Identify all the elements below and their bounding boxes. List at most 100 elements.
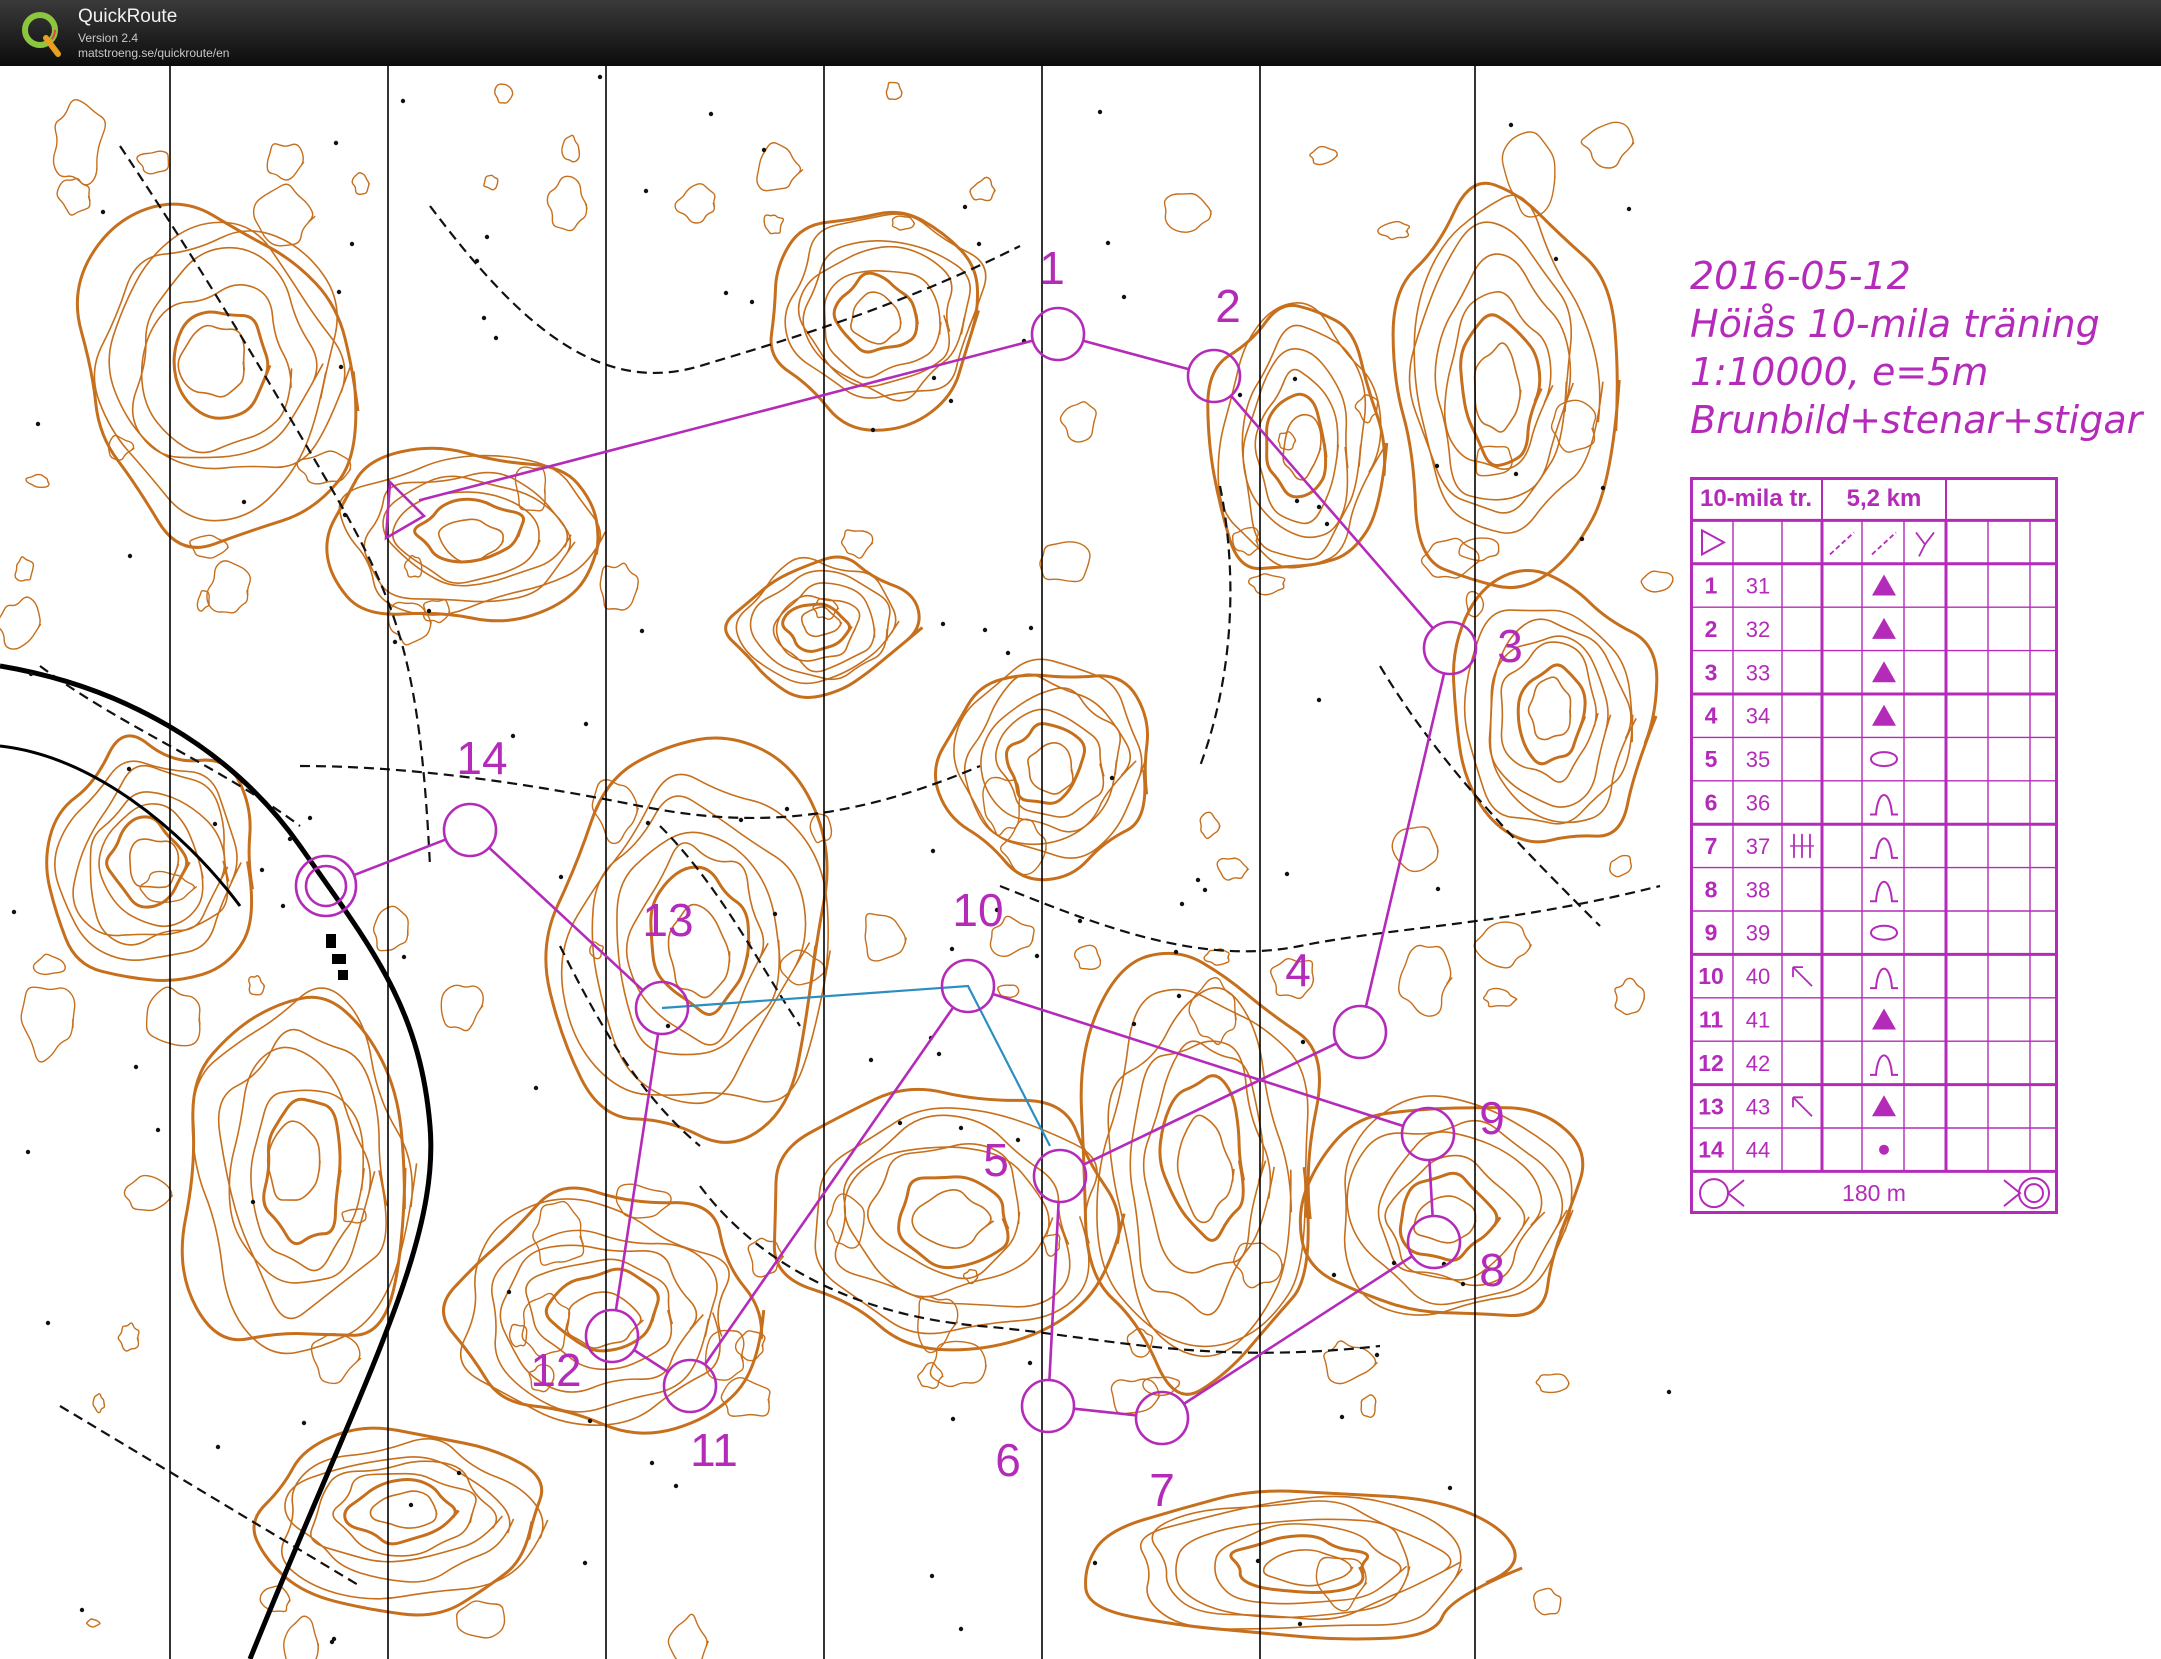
boulder [1255,1558,1261,1564]
contour [92,1393,106,1414]
control-number-cell: 13 [1698,1093,1724,1119]
contour [980,687,1122,833]
boulder [349,241,355,247]
contour [749,569,891,681]
boulder [1005,650,1011,656]
boulder [1331,1272,1337,1278]
contour [177,324,246,398]
boulder [1237,392,1243,398]
description-grid: 10-mila tr. 5,2 km1 312 323 334 345 356 367 378 3… [1690,477,2058,1214]
boulder-triangle-icon [1872,661,1896,683]
contour [1473,342,1522,433]
boulder [1447,1485,1453,1491]
contour [206,560,252,614]
boulder [897,1120,903,1126]
boulder [1391,1260,1397,1266]
boulder [597,74,603,80]
contour [123,1174,174,1212]
north-lines [169,66,1476,1659]
contour [1073,944,1102,971]
boulder [250,1199,256,1205]
control-circle-14 [442,802,498,858]
contour [832,271,919,354]
boulder [1105,240,1111,246]
contour [494,83,514,104]
contour [1527,676,1572,741]
control-number-cell: 11 [1699,1007,1724,1033]
contour [1216,857,1250,881]
boulder [474,258,480,264]
contour [1614,977,1646,1016]
contour [1176,1114,1235,1224]
control-number-cell: 2 [1705,616,1718,642]
contour-lines [0,81,1674,1659]
control-number-cell: 7 [1705,833,1718,859]
boulder [1292,376,1298,382]
boulder [1460,1281,1466,1287]
road [0,663,434,1659]
boulder [426,608,432,614]
boulder [1434,463,1440,469]
contour [86,1618,101,1628]
boulder [215,1444,221,1450]
contour [917,1295,959,1354]
contour [343,1477,460,1546]
map-scale: 1:10000, e=5m [1690,350,1989,394]
finish-outer-icon [2018,1177,2050,1210]
orienteering-map[interactable]: 1 2 3 4 5 6 7 8 9 10 11 12 13 14 [0,66,1680,1659]
contour [1262,1549,1354,1587]
map-control-number: 7 [1149,1464,1175,1516]
contour [850,291,902,345]
crossing-icon [1871,531,1897,556]
boulder [1109,775,1115,781]
contour [1139,1495,1463,1630]
boulder [583,721,589,727]
contour [252,183,316,247]
knoll-icon [1870,794,1898,816]
boulder [1121,294,1127,300]
map-control-number: 10 [952,884,1003,936]
map-control-number: 12 [530,1344,581,1396]
contour [781,602,853,653]
app-url-link[interactable]: matstroeng.se/quickroute/en [78,46,229,60]
boulder [587,1418,593,1424]
contour [369,1490,438,1529]
contour [1233,1242,1284,1289]
course-leg [1364,673,1446,1007]
map-type: Brunbild+stenar+stigar [1690,398,2143,442]
boulder [643,188,649,194]
boulder [155,1127,161,1133]
control-number-cell: 1 [1705,573,1718,599]
boulder [1027,1360,1033,1366]
knoll-icon [1870,837,1898,859]
start-triangle-icon [1701,528,1727,557]
map-control-number: 1 [1039,242,1065,294]
boulder [1300,1039,1306,1045]
boulder [1339,1414,1345,1420]
control-code-cell: 43 [1746,1094,1770,1119]
boulder [1202,887,1208,893]
boulder [639,628,645,634]
contour [52,98,107,186]
contour [1398,944,1453,1017]
buildings [11,74,1672,1645]
boulder [408,1502,414,1508]
boulder [329,1639,335,1645]
boulder [1316,504,1322,510]
control-code-cell: 39 [1746,921,1770,946]
boulder [673,1483,679,1489]
finish-distance: 180 m [1842,1180,1906,1206]
finish-inner-icon [2024,1183,2044,1204]
contour [248,975,266,996]
boulder [930,848,936,854]
boulder [962,204,968,210]
boulder [1097,109,1103,115]
junction-icon [1915,531,1935,557]
control-circle-11 [662,1358,718,1414]
contour [455,1600,506,1639]
contour [720,1376,771,1417]
boulder [772,911,778,917]
control-number-cell: 14 [1698,1137,1724,1163]
boulder [45,1320,51,1326]
boulder [949,946,955,952]
